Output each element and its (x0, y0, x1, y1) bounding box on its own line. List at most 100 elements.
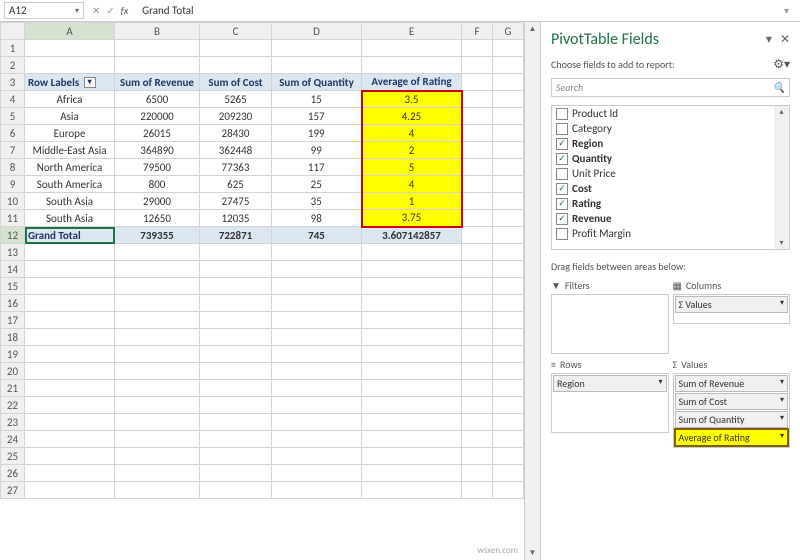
row-header-13[interactable]: 13 (1, 244, 25, 261)
data-cell[interactable]: 625 (200, 176, 272, 193)
scroll-up-icon[interactable]: ▲ (529, 24, 537, 34)
row-header-19[interactable]: 19 (1, 346, 25, 363)
grand-total-cell[interactable]: 745 (272, 227, 362, 244)
rows-area[interactable]: ≡Rows Region▾ (551, 358, 669, 448)
row-header-7[interactable]: 7 (1, 142, 25, 159)
pane-dropdown-icon[interactable]: ▾ (766, 32, 772, 47)
row-header-27[interactable]: 27 (1, 482, 25, 499)
row-header-2[interactable]: 2 (1, 57, 25, 74)
chevron-down-icon[interactable]: ▾ (75, 6, 79, 16)
data-cell-rating[interactable]: 4.25 (362, 108, 462, 125)
data-cell[interactable]: 99 (272, 142, 362, 159)
grand-total-cell[interactable]: 722871 (200, 227, 272, 244)
data-cell[interactable]: 28430 (200, 125, 272, 142)
row-header-22[interactable]: 22 (1, 397, 25, 414)
pivot-row-label[interactable]: Europe (25, 125, 115, 142)
field-item[interactable]: Category (552, 121, 789, 136)
select-all-corner[interactable] (1, 23, 25, 40)
pivot-row-label[interactable]: Africa (25, 91, 115, 108)
area-pill[interactable]: Sum of Cost▾ (675, 393, 789, 410)
row-header-23[interactable]: 23 (1, 414, 25, 431)
row-header-26[interactable]: 26 (1, 465, 25, 482)
field-item[interactable]: ✓Quantity (552, 151, 789, 166)
col-header-E[interactable]: E (362, 23, 462, 40)
col-header-G[interactable]: G (493, 23, 524, 40)
data-cell-rating[interactable]: 5 (362, 159, 462, 176)
field-item[interactable]: Unit Price (552, 166, 789, 181)
row-header-20[interactable]: 20 (1, 363, 25, 380)
filters-area[interactable]: ▼Filters (551, 279, 669, 354)
row-header-15[interactable]: 15 (1, 278, 25, 295)
pivot-row-label[interactable]: South America (25, 176, 115, 193)
checkbox[interactable]: ✓ (556, 138, 568, 150)
field-item[interactable]: ✓Region (552, 136, 789, 151)
scroll-down-icon[interactable]: ▾ (779, 238, 783, 248)
row-header-3[interactable]: 3 (1, 74, 25, 91)
field-item[interactable]: Product Id (552, 106, 789, 121)
pivot-row-label[interactable]: Asia (25, 108, 115, 125)
scroll-down-icon[interactable]: ▼ (529, 548, 537, 558)
chevron-down-icon[interactable]: ▾ (780, 413, 784, 426)
data-cell[interactable]: 15 (272, 91, 362, 108)
checkbox[interactable]: ✓ (556, 183, 568, 195)
row-header-4[interactable]: 4 (1, 91, 25, 108)
area-pill[interactable]: Σ Values▾ (675, 296, 789, 313)
chevron-down-icon[interactable]: ▾ (780, 377, 784, 390)
name-box[interactable]: A12▾ (4, 2, 84, 19)
columns-area[interactable]: ▦Columns Σ Values▾ (673, 279, 791, 354)
data-cell[interactable]: 364890 (115, 142, 200, 159)
filter-dropdown-icon[interactable]: ▾ (84, 77, 96, 88)
values-area[interactable]: ΣValues Sum of Revenue▾Sum of Cost▾Sum o… (673, 358, 791, 448)
scroll-up-icon[interactable]: ▴ (779, 107, 783, 117)
row-header-25[interactable]: 25 (1, 448, 25, 465)
field-item[interactable]: Profit Margin (552, 226, 789, 241)
checkbox[interactable] (556, 123, 568, 135)
data-cell[interactable]: 199 (272, 125, 362, 142)
row-header-5[interactable]: 5 (1, 108, 25, 125)
grand-total-cell[interactable]: 739355 (115, 227, 200, 244)
chevron-down-icon[interactable]: ▾ (780, 431, 784, 444)
data-cell[interactable]: 5265 (200, 91, 272, 108)
checkbox[interactable] (556, 228, 568, 240)
row-header-17[interactable]: 17 (1, 312, 25, 329)
checkbox[interactable] (556, 108, 568, 120)
pivot-col-header[interactable]: Average of Rating (362, 74, 462, 91)
data-cell-rating[interactable]: 2 (362, 142, 462, 159)
row-header-1[interactable]: 1 (1, 40, 25, 57)
formula-input[interactable]: Grand Total (136, 3, 784, 18)
grand-total-label[interactable]: Grand Total (25, 227, 115, 244)
data-cell[interactable]: 220000 (115, 108, 200, 125)
col-header-A[interactable]: A (25, 23, 115, 40)
data-cell-rating[interactable]: 3.5 (362, 91, 462, 108)
data-cell[interactable]: 362448 (200, 142, 272, 159)
col-header-D[interactable]: D (272, 23, 362, 40)
data-cell[interactable]: 79500 (115, 159, 200, 176)
search-input[interactable]: Search🔍 (551, 78, 790, 97)
data-cell[interactable]: 209230 (200, 108, 272, 125)
row-header-16[interactable]: 16 (1, 295, 25, 312)
gear-icon[interactable]: ⚙▾ (773, 57, 790, 72)
data-cell-rating[interactable]: 1 (362, 193, 462, 210)
pivot-row-label[interactable]: South Asia (25, 193, 115, 210)
pivot-col-header[interactable]: Sum of Quantity (272, 74, 362, 91)
data-cell[interactable]: 800 (115, 176, 200, 193)
field-item[interactable]: ✓Revenue (552, 211, 789, 226)
area-pill[interactable]: Sum of Quantity▾ (675, 411, 789, 428)
data-cell[interactable]: 77363 (200, 159, 272, 176)
data-cell-rating[interactable]: 4 (362, 125, 462, 142)
pivot-col-header[interactable]: Sum of Cost (200, 74, 272, 91)
row-header-8[interactable]: 8 (1, 159, 25, 176)
pivot-col-header[interactable]: Sum of Revenue (115, 74, 200, 91)
field-item[interactable]: ✓Rating (552, 196, 789, 211)
check-icon[interactable]: ✓ (106, 4, 114, 17)
data-cell[interactable]: 27475 (200, 193, 272, 210)
data-cell[interactable]: 35 (272, 193, 362, 210)
row-header-9[interactable]: 9 (1, 176, 25, 193)
checkbox[interactable]: ✓ (556, 213, 568, 225)
field-list[interactable]: ▴ ▾ Product IdCategory✓Region✓QuantityUni… (551, 105, 790, 250)
pivot-row-label[interactable]: Middle-East Asia (25, 142, 115, 159)
data-cell[interactable]: 117 (272, 159, 362, 176)
field-item[interactable]: ✓Cost (552, 181, 789, 196)
grand-total-cell[interactable]: 3.607142857 (362, 227, 462, 244)
worksheet[interactable]: ABCDEFG123Row Labels ▾Sum of RevenueSum … (0, 22, 524, 560)
